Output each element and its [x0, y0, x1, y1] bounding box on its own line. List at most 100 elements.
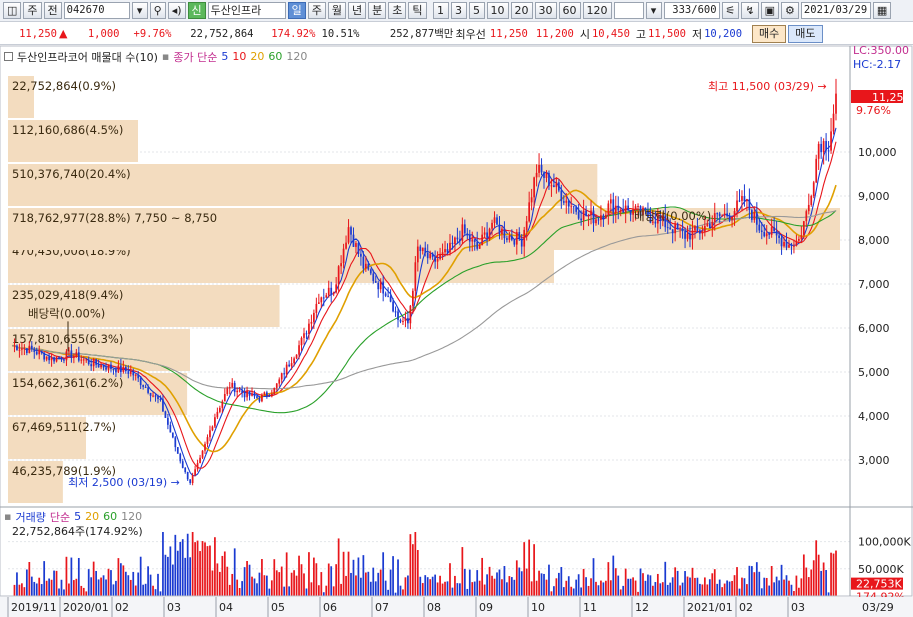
candle-body: [746, 199, 748, 202]
candle-body: [461, 224, 464, 241]
volume-bar: [597, 585, 600, 596]
candle-body: [468, 234, 471, 242]
volume-bar: [266, 575, 268, 596]
volume-bar: [228, 584, 231, 596]
volume-bar: [241, 581, 243, 596]
settings-icon[interactable]: ▪: [162, 50, 169, 63]
candle-body: [330, 287, 333, 295]
volume-bar: [627, 578, 630, 596]
x-tick-label: 2019/11: [11, 601, 57, 614]
volume-bar: [389, 569, 392, 596]
volume-bar: [18, 584, 21, 596]
volume-bar: [830, 552, 832, 596]
volume-bar: [92, 561, 95, 596]
volume-bar: [602, 582, 605, 596]
candle-body: [191, 475, 194, 484]
volume-bar: [530, 581, 533, 596]
volume-bar: [770, 566, 773, 596]
candle-body: [28, 345, 31, 353]
candle-body: [669, 227, 672, 230]
candle-body: [246, 390, 248, 398]
volume-bar: [149, 574, 152, 596]
checkbox-icon[interactable]: [4, 52, 13, 61]
candle-body: [285, 364, 288, 375]
vma120-label: 120: [121, 510, 143, 523]
candle-body: [773, 227, 776, 232]
volume-bar: [382, 552, 385, 596]
candle-body: [743, 195, 746, 202]
axis-info-label: HC:-2.17: [853, 58, 901, 71]
volume-bar: [708, 579, 711, 596]
candle-body: [629, 210, 632, 215]
candle-body: [501, 228, 503, 235]
volume-bar: [233, 548, 236, 596]
volume-bar: [436, 582, 439, 596]
volume-bar: [419, 576, 422, 596]
volume-bar: [486, 574, 488, 596]
candle-body: [602, 215, 605, 219]
candle-body: [214, 417, 216, 427]
candle-body: [357, 243, 360, 254]
volume-bar: [711, 573, 714, 596]
candle-body: [107, 364, 110, 370]
ma120-label: 120: [286, 50, 308, 63]
y-tick-label: 10,000: [858, 146, 897, 159]
volume-bar: [25, 569, 28, 596]
candle-body: [142, 385, 145, 387]
volume-bar: [817, 554, 820, 596]
candle-body: [315, 303, 318, 313]
candle-body: [87, 359, 90, 365]
candle-body: [147, 387, 149, 393]
candle-body: [696, 226, 699, 231]
candle-body: [567, 200, 570, 207]
candle-body: [236, 390, 239, 393]
volume-bar: [473, 581, 476, 596]
candle-body: [550, 185, 553, 187]
volume-bar: [280, 566, 283, 596]
volume-bar: [45, 580, 48, 596]
candle-body: [411, 290, 414, 306]
volume-bar: [493, 578, 496, 596]
volume-bar: [194, 542, 196, 596]
volume-bar: [238, 588, 241, 596]
volume-bar: [357, 557, 360, 596]
candle-body: [830, 131, 832, 151]
volume-bar: [728, 581, 731, 596]
candle-body: [394, 311, 397, 313]
volume-bar: [201, 541, 204, 596]
settings-icon[interactable]: ▪: [4, 510, 11, 523]
volume-tick-label: 50,000K: [858, 563, 904, 576]
volume-bar: [147, 566, 149, 596]
candle-body: [129, 371, 132, 374]
candle-body: [176, 447, 179, 454]
candle-body: [367, 263, 370, 270]
volume-bar: [402, 589, 404, 596]
volume-bar: [748, 565, 751, 596]
candle-body: [48, 356, 50, 361]
candle-body: [263, 392, 266, 395]
candle-body: [619, 210, 622, 212]
candle-body: [340, 263, 342, 267]
volume-bar: [352, 559, 355, 596]
volume-bar: [253, 578, 256, 596]
volume-bar: [694, 577, 696, 596]
volume-bar: [456, 583, 459, 596]
candle-body: [43, 352, 46, 360]
volume-bar: [72, 580, 75, 596]
volume-bar: [159, 591, 162, 596]
candle-body: [473, 239, 476, 242]
candle-body: [85, 359, 88, 361]
candle-body: [350, 227, 352, 235]
volume-profile-label: 112,160,686(4.5%): [12, 123, 123, 137]
candle-body: [434, 256, 437, 262]
candle-body: [164, 411, 167, 418]
volume-bar: [548, 564, 550, 596]
candle-body: [25, 348, 28, 353]
candle-body: [387, 295, 389, 297]
volume-bar: [607, 562, 610, 596]
volume-bar: [157, 573, 159, 596]
candle-body: [253, 393, 256, 397]
candle-body: [666, 227, 669, 229]
volume-bar: [139, 556, 142, 596]
candle-body: [733, 211, 736, 217]
